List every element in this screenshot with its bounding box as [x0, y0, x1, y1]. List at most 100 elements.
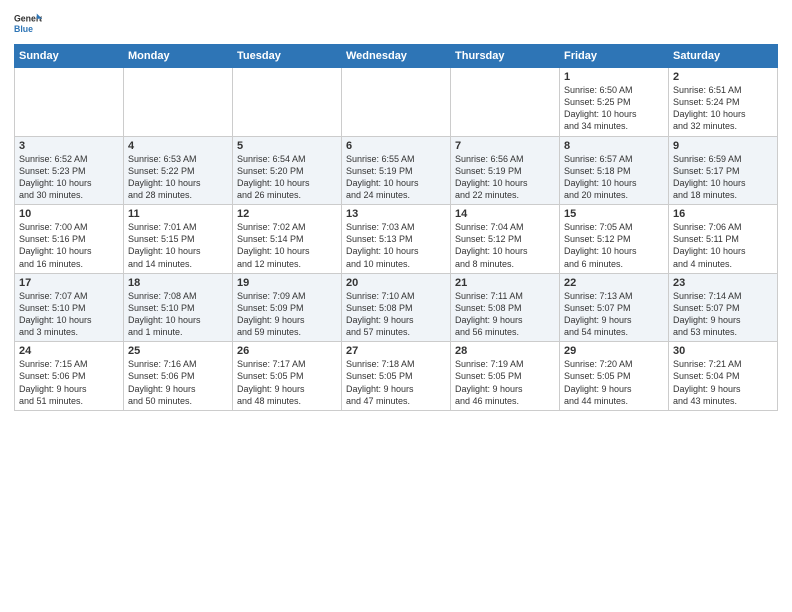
day-info: Sunrise: 6:54 AM Sunset: 5:20 PM Dayligh…: [237, 153, 337, 202]
day-info: Sunrise: 7:06 AM Sunset: 5:11 PM Dayligh…: [673, 221, 773, 270]
day-cell: 29Sunrise: 7:20 AM Sunset: 5:05 PM Dayli…: [560, 342, 669, 411]
day-info: Sunrise: 7:05 AM Sunset: 5:12 PM Dayligh…: [564, 221, 664, 270]
day-number: 21: [455, 277, 555, 289]
weekday-header-monday: Monday: [124, 45, 233, 68]
day-info: Sunrise: 7:21 AM Sunset: 5:04 PM Dayligh…: [673, 358, 773, 407]
day-info: Sunrise: 7:17 AM Sunset: 5:05 PM Dayligh…: [237, 358, 337, 407]
svg-text:Blue: Blue: [14, 24, 33, 34]
week-row-1: 1Sunrise: 6:50 AM Sunset: 5:25 PM Daylig…: [15, 68, 778, 137]
day-info: Sunrise: 7:19 AM Sunset: 5:05 PM Dayligh…: [455, 358, 555, 407]
day-number: 8: [564, 140, 664, 152]
day-cell: 12Sunrise: 7:02 AM Sunset: 5:14 PM Dayli…: [233, 205, 342, 274]
day-number: 23: [673, 277, 773, 289]
day-number: 13: [346, 208, 446, 220]
day-cell: 1Sunrise: 6:50 AM Sunset: 5:25 PM Daylig…: [560, 68, 669, 137]
day-cell: [15, 68, 124, 137]
day-cell: 2Sunrise: 6:51 AM Sunset: 5:24 PM Daylig…: [669, 68, 778, 137]
day-number: 19: [237, 277, 337, 289]
day-info: Sunrise: 6:57 AM Sunset: 5:18 PM Dayligh…: [564, 153, 664, 202]
day-info: Sunrise: 7:14 AM Sunset: 5:07 PM Dayligh…: [673, 290, 773, 339]
day-info: Sunrise: 7:08 AM Sunset: 5:10 PM Dayligh…: [128, 290, 228, 339]
day-info: Sunrise: 7:07 AM Sunset: 5:10 PM Dayligh…: [19, 290, 119, 339]
day-number: 1: [564, 71, 664, 83]
day-cell: 21Sunrise: 7:11 AM Sunset: 5:08 PM Dayli…: [451, 273, 560, 342]
day-info: Sunrise: 6:56 AM Sunset: 5:19 PM Dayligh…: [455, 153, 555, 202]
weekday-header-sunday: Sunday: [15, 45, 124, 68]
day-cell: 20Sunrise: 7:10 AM Sunset: 5:08 PM Dayli…: [342, 273, 451, 342]
day-cell: 4Sunrise: 6:53 AM Sunset: 5:22 PM Daylig…: [124, 136, 233, 205]
day-cell: 11Sunrise: 7:01 AM Sunset: 5:15 PM Dayli…: [124, 205, 233, 274]
day-cell: 30Sunrise: 7:21 AM Sunset: 5:04 PM Dayli…: [669, 342, 778, 411]
day-number: 9: [673, 140, 773, 152]
day-number: 12: [237, 208, 337, 220]
day-cell: 5Sunrise: 6:54 AM Sunset: 5:20 PM Daylig…: [233, 136, 342, 205]
day-info: Sunrise: 6:50 AM Sunset: 5:25 PM Dayligh…: [564, 84, 664, 133]
day-info: Sunrise: 7:13 AM Sunset: 5:07 PM Dayligh…: [564, 290, 664, 339]
page: General Blue SundayMondayTuesdayWednesda…: [0, 0, 792, 612]
day-info: Sunrise: 7:16 AM Sunset: 5:06 PM Dayligh…: [128, 358, 228, 407]
day-cell: 7Sunrise: 6:56 AM Sunset: 5:19 PM Daylig…: [451, 136, 560, 205]
day-number: 24: [19, 345, 119, 357]
weekday-header-tuesday: Tuesday: [233, 45, 342, 68]
day-number: 16: [673, 208, 773, 220]
day-cell: 16Sunrise: 7:06 AM Sunset: 5:11 PM Dayli…: [669, 205, 778, 274]
day-cell: 9Sunrise: 6:59 AM Sunset: 5:17 PM Daylig…: [669, 136, 778, 205]
week-row-3: 10Sunrise: 7:00 AM Sunset: 5:16 PM Dayli…: [15, 205, 778, 274]
day-number: 11: [128, 208, 228, 220]
day-number: 10: [19, 208, 119, 220]
day-cell: [124, 68, 233, 137]
day-cell: 26Sunrise: 7:17 AM Sunset: 5:05 PM Dayli…: [233, 342, 342, 411]
header: General Blue: [14, 10, 778, 38]
day-number: 27: [346, 345, 446, 357]
day-info: Sunrise: 7:18 AM Sunset: 5:05 PM Dayligh…: [346, 358, 446, 407]
day-number: 22: [564, 277, 664, 289]
day-info: Sunrise: 7:15 AM Sunset: 5:06 PM Dayligh…: [19, 358, 119, 407]
day-info: Sunrise: 6:52 AM Sunset: 5:23 PM Dayligh…: [19, 153, 119, 202]
day-number: 4: [128, 140, 228, 152]
day-cell: 15Sunrise: 7:05 AM Sunset: 5:12 PM Dayli…: [560, 205, 669, 274]
day-info: Sunrise: 7:02 AM Sunset: 5:14 PM Dayligh…: [237, 221, 337, 270]
day-number: 3: [19, 140, 119, 152]
day-info: Sunrise: 6:59 AM Sunset: 5:17 PM Dayligh…: [673, 153, 773, 202]
day-number: 14: [455, 208, 555, 220]
day-cell: [342, 68, 451, 137]
day-cell: 25Sunrise: 7:16 AM Sunset: 5:06 PM Dayli…: [124, 342, 233, 411]
day-number: 15: [564, 208, 664, 220]
day-number: 26: [237, 345, 337, 357]
weekday-header-friday: Friday: [560, 45, 669, 68]
day-info: Sunrise: 7:11 AM Sunset: 5:08 PM Dayligh…: [455, 290, 555, 339]
calendar: SundayMondayTuesdayWednesdayThursdayFrid…: [14, 44, 778, 411]
day-number: 7: [455, 140, 555, 152]
day-info: Sunrise: 7:20 AM Sunset: 5:05 PM Dayligh…: [564, 358, 664, 407]
day-cell: 6Sunrise: 6:55 AM Sunset: 5:19 PM Daylig…: [342, 136, 451, 205]
day-cell: 18Sunrise: 7:08 AM Sunset: 5:10 PM Dayli…: [124, 273, 233, 342]
day-cell: 8Sunrise: 6:57 AM Sunset: 5:18 PM Daylig…: [560, 136, 669, 205]
day-cell: [233, 68, 342, 137]
day-number: 30: [673, 345, 773, 357]
day-info: Sunrise: 7:03 AM Sunset: 5:13 PM Dayligh…: [346, 221, 446, 270]
day-info: Sunrise: 7:04 AM Sunset: 5:12 PM Dayligh…: [455, 221, 555, 270]
day-number: 2: [673, 71, 773, 83]
weekday-header-row: SundayMondayTuesdayWednesdayThursdayFrid…: [15, 45, 778, 68]
week-row-2: 3Sunrise: 6:52 AM Sunset: 5:23 PM Daylig…: [15, 136, 778, 205]
week-row-4: 17Sunrise: 7:07 AM Sunset: 5:10 PM Dayli…: [15, 273, 778, 342]
day-info: Sunrise: 6:53 AM Sunset: 5:22 PM Dayligh…: [128, 153, 228, 202]
weekday-header-thursday: Thursday: [451, 45, 560, 68]
day-number: 20: [346, 277, 446, 289]
day-number: 29: [564, 345, 664, 357]
day-info: Sunrise: 7:09 AM Sunset: 5:09 PM Dayligh…: [237, 290, 337, 339]
day-cell: 19Sunrise: 7:09 AM Sunset: 5:09 PM Dayli…: [233, 273, 342, 342]
day-cell: [451, 68, 560, 137]
day-cell: 27Sunrise: 7:18 AM Sunset: 5:05 PM Dayli…: [342, 342, 451, 411]
day-cell: 14Sunrise: 7:04 AM Sunset: 5:12 PM Dayli…: [451, 205, 560, 274]
day-info: Sunrise: 6:55 AM Sunset: 5:19 PM Dayligh…: [346, 153, 446, 202]
day-number: 28: [455, 345, 555, 357]
day-cell: 28Sunrise: 7:19 AM Sunset: 5:05 PM Dayli…: [451, 342, 560, 411]
logo: General Blue: [14, 10, 46, 38]
day-cell: 24Sunrise: 7:15 AM Sunset: 5:06 PM Dayli…: [15, 342, 124, 411]
day-number: 25: [128, 345, 228, 357]
day-cell: 23Sunrise: 7:14 AM Sunset: 5:07 PM Dayli…: [669, 273, 778, 342]
day-cell: 17Sunrise: 7:07 AM Sunset: 5:10 PM Dayli…: [15, 273, 124, 342]
day-cell: 22Sunrise: 7:13 AM Sunset: 5:07 PM Dayli…: [560, 273, 669, 342]
week-row-5: 24Sunrise: 7:15 AM Sunset: 5:06 PM Dayli…: [15, 342, 778, 411]
